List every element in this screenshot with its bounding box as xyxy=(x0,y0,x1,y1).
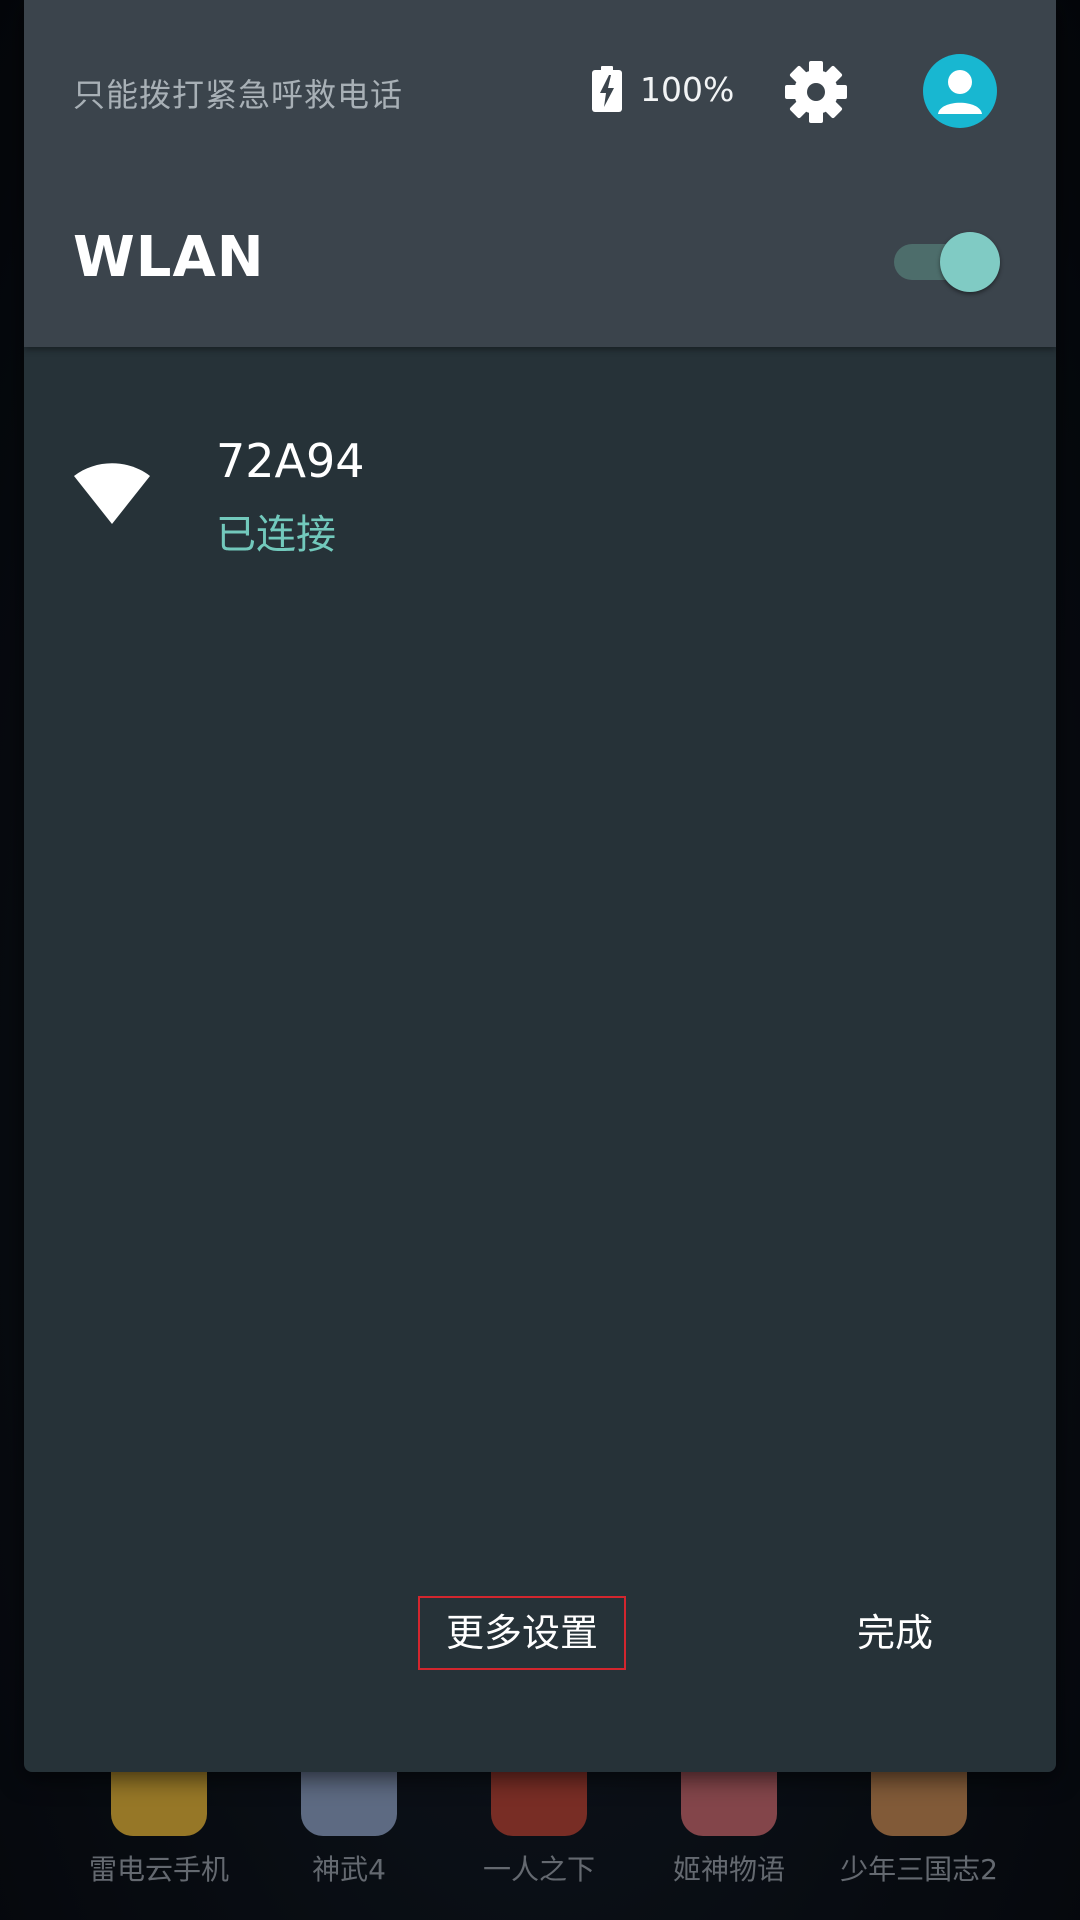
gear-icon[interactable] xyxy=(784,60,848,124)
wlan-quick-settings-panel: 只能拨打紧急呼救电话 100% WLAN 72A94 已连接 更多设置 完成 xyxy=(24,0,1056,1772)
battery-percent: 100% xyxy=(640,70,735,109)
emergency-calls-only-text: 只能拨打紧急呼救电话 xyxy=(73,76,404,114)
network-connected-status: 已连接 xyxy=(216,512,336,558)
person-icon xyxy=(938,70,982,114)
wlan-title: WLAN xyxy=(73,225,265,290)
wlan-toggle[interactable] xyxy=(888,232,1000,292)
toggle-thumb xyxy=(940,232,1000,292)
panel-header: 只能拨打紧急呼救电话 100% WLAN xyxy=(24,0,1056,347)
wifi-network-item[interactable]: 72A94 已连接 xyxy=(24,420,1056,570)
network-name: 72A94 xyxy=(216,434,365,488)
more-settings-button[interactable]: 更多设置 xyxy=(418,1596,626,1670)
wifi-signal-icon xyxy=(74,463,150,524)
done-button[interactable]: 完成 xyxy=(820,1598,970,1672)
user-avatar-button[interactable] xyxy=(923,54,997,128)
battery-charging-icon xyxy=(592,66,622,112)
